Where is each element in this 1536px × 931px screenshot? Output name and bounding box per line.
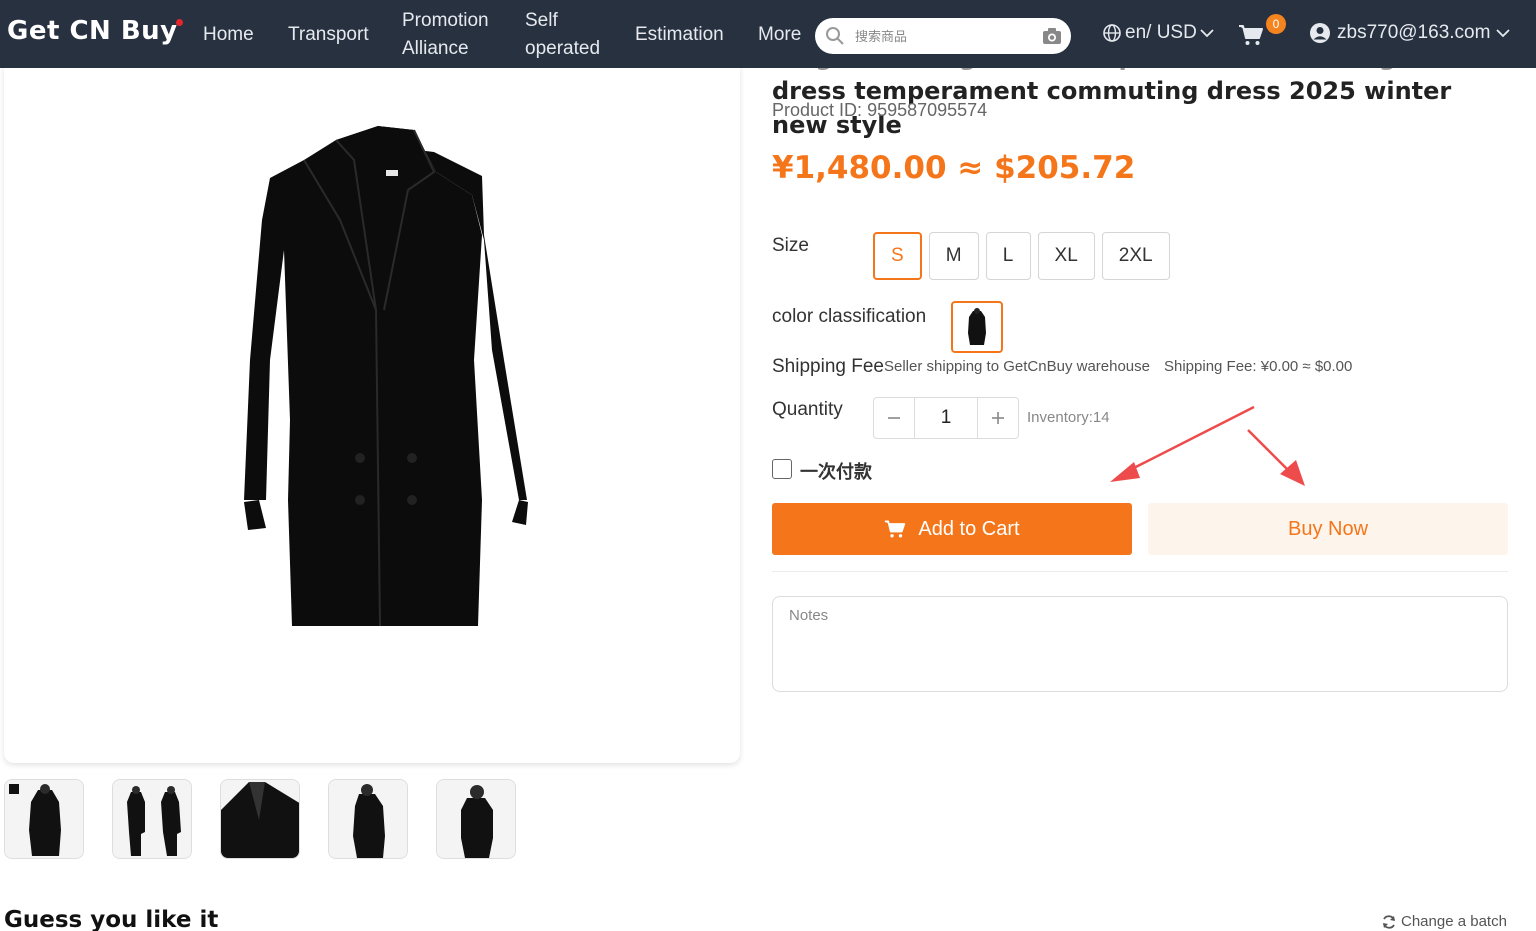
add-to-cart-label: Add to Cart (918, 517, 1020, 540)
add-to-cart-button[interactable]: Add to Cart (772, 503, 1132, 555)
user-account-menu[interactable]: zbs770@163.com (1309, 22, 1511, 44)
chevron-down-icon (1200, 29, 1214, 38)
nav-promotion-alliance[interactable]: Promotion Alliance (402, 7, 489, 63)
thumbnail-image (437, 780, 515, 858)
cart-icon (885, 520, 906, 538)
quantity-increase-button[interactable] (978, 398, 1018, 438)
chevron-down-icon (1496, 29, 1511, 38)
thumbnail-3[interactable] (220, 779, 300, 859)
plus-icon (992, 412, 1004, 424)
size-option-l[interactable]: L (985, 232, 1031, 280)
product-main-image[interactable] (4, 60, 740, 763)
site-logo[interactable]: Get CN Buy (7, 16, 183, 46)
language-currency-selector[interactable]: en/ USD (1102, 22, 1214, 44)
top-navbar: Get CN Buy Home Transport Promotion Alli… (0, 0, 1536, 68)
nav-more[interactable]: More (758, 21, 801, 49)
nav-home[interactable]: Home (203, 21, 254, 49)
annotation-arrows (1110, 405, 1305, 486)
thumbnail-2[interactable] (112, 779, 192, 859)
quantity-input[interactable]: 1 (914, 398, 978, 438)
nav-alliance-label: Alliance (402, 38, 469, 59)
nav-operated-label: operated (525, 38, 601, 59)
search-box (815, 18, 1071, 54)
product-id: Product ID: 959587095574 (772, 100, 987, 121)
arrowhead-icon (1110, 462, 1140, 482)
arrowhead-icon (1280, 460, 1305, 486)
quantity-stepper: 1 (873, 397, 1019, 439)
thumbnail-image (221, 780, 299, 858)
thumbnail-image (329, 780, 407, 858)
shipping-fee-value: Shipping Fee: ¥0.00 ≈ $0.00 (1164, 358, 1353, 375)
refresh-icon (1383, 914, 1395, 929)
change-batch-label: Change a batch (1401, 913, 1507, 930)
arrow-to-add-to-cart (1121, 405, 1255, 476)
size-option-2xl[interactable]: 2XL (1101, 232, 1170, 280)
divider (772, 571, 1508, 572)
inventory-count: Inventory:14 (1027, 409, 1110, 426)
thumbnail-5[interactable] (436, 779, 516, 859)
size-label: Size (772, 235, 809, 256)
change-batch-button[interactable]: Change a batch (1381, 913, 1507, 930)
thumbnail-image (5, 780, 83, 858)
minus-icon (888, 417, 900, 419)
search-icon (826, 27, 844, 45)
search-input[interactable] (855, 26, 1035, 46)
product-id-value: 959587095574 (867, 100, 988, 120)
size-option-xl[interactable]: XL (1037, 232, 1095, 280)
globe-icon (1103, 24, 1121, 42)
size-options: S M L XL 2XL (873, 232, 1170, 280)
thumbnail-1[interactable] (4, 779, 84, 859)
one-time-payment-label: 一次付款 (800, 462, 872, 482)
recommendations-title: Guess you like it (4, 907, 219, 931)
nav-transport[interactable]: Transport (288, 21, 369, 49)
nav-self-operated[interactable]: Self operated (525, 7, 600, 63)
thumbnail-strip (4, 779, 516, 859)
quantity-label: Quantity (772, 399, 843, 420)
user-avatar-icon (1310, 23, 1330, 43)
thumbnail-image (113, 780, 191, 858)
dress-swatch-icon (968, 308, 986, 345)
shipping-fee-label: Shipping Fee (772, 356, 884, 377)
dress-illustration (244, 126, 528, 627)
shipping-method: Seller shipping to GetCnBuy warehouse (884, 358, 1150, 375)
quantity-decrease-button[interactable] (874, 398, 914, 438)
nav-estimation[interactable]: Estimation (635, 21, 724, 49)
buy-now-button[interactable]: Buy Now (1148, 503, 1508, 555)
product-id-label: Product ID: (772, 100, 863, 120)
size-option-m[interactable]: M (928, 232, 979, 280)
color-classification-label: color classification (772, 306, 927, 327)
product-price: ¥1,480.00 ≈ $205.72 (772, 150, 1136, 186)
thumbnail-4[interactable] (328, 779, 408, 859)
nav-promotion-label: Promotion (402, 10, 489, 31)
cart-count-badge: 0 (1266, 14, 1286, 34)
user-email: zbs770@163.com (1337, 22, 1491, 43)
one-time-payment-checkbox[interactable] (772, 459, 792, 479)
nav-self-label: Self (525, 10, 558, 31)
size-option-s[interactable]: S (873, 232, 922, 280)
language-label: en/ USD (1125, 22, 1197, 43)
notes-field[interactable] (772, 596, 1508, 692)
cart-icon[interactable] (1238, 24, 1264, 46)
color-option-black[interactable] (951, 301, 1003, 353)
camera-icon[interactable] (1041, 26, 1063, 46)
